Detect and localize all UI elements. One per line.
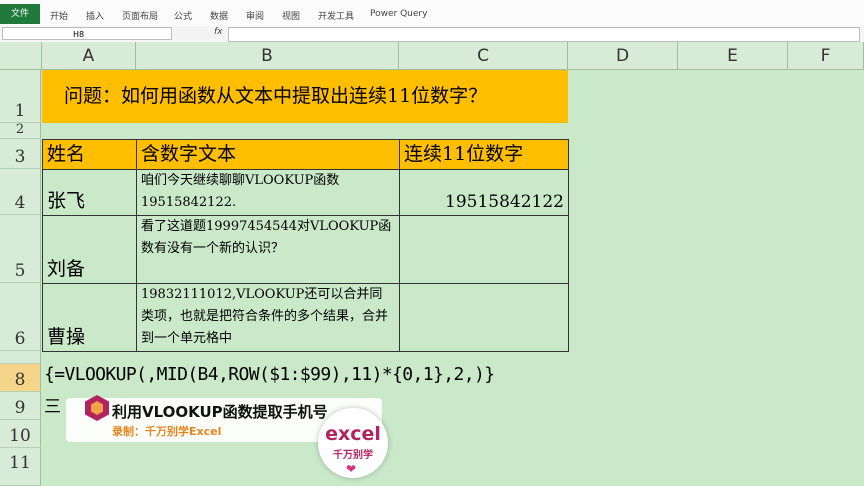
select-all-corner[interactable] (0, 42, 42, 70)
column-header-d[interactable]: D (568, 42, 678, 70)
badge-subtitle: 千万别学 (333, 450, 373, 461)
tab-view[interactable]: 视图 (282, 9, 300, 22)
tab-home[interactable]: 开始 (50, 9, 68, 22)
row-header-4[interactable]: 4 (0, 169, 41, 215)
row-header-5[interactable]: 5 (0, 215, 41, 283)
header-result[interactable]: 连续11位数字 (399, 139, 569, 170)
tab-insert[interactable]: 插入 (86, 9, 104, 22)
column-header-f[interactable]: F (788, 42, 864, 70)
caption-title: 利用VLOOKUP函数提取手机号 (112, 403, 328, 421)
row-header-6[interactable]: 6 (0, 283, 41, 351)
hexagon-logo-icon (85, 395, 109, 421)
row-header-1[interactable]: 1 (0, 70, 41, 123)
cell-b5[interactable]: 看了这道题19997454544对VLOOKUP函数有没有一个新的认识？ (136, 215, 400, 284)
cell-a6[interactable]: 曹操 (42, 283, 137, 352)
heart-icon: ❤ (346, 462, 357, 476)
row-header-8[interactable]: 8 (0, 364, 41, 392)
formula-input[interactable] (228, 27, 860, 42)
formula-bar: H8 fx (0, 26, 864, 43)
tab-formulas[interactable]: 公式 (174, 9, 192, 22)
badge-logo: excel (325, 423, 381, 445)
excel-badge: excel 千万别学 ❤ (318, 408, 388, 478)
column-header-e[interactable]: E (678, 42, 788, 70)
cell-b4[interactable]: 咱们今天继续聊聊VLOOKUP函数19515842122. (136, 169, 400, 216)
row9-text[interactable]: 三 (44, 392, 61, 417)
column-header-b[interactable]: B (136, 42, 399, 70)
header-text[interactable]: 含数字文本 (136, 139, 400, 170)
row-header-9[interactable]: 9 (0, 392, 41, 420)
tab-developer[interactable]: 开发工具 (318, 9, 354, 22)
header-name[interactable]: 姓名 (42, 139, 137, 170)
fx-icon[interactable]: fx (214, 27, 223, 37)
tab-review[interactable]: 审阅 (246, 9, 264, 22)
cell-c6[interactable] (399, 283, 569, 352)
row-header-3[interactable]: 3 (0, 139, 41, 169)
row-header-7-collapsed[interactable] (0, 351, 41, 364)
column-header-a[interactable]: A (42, 42, 136, 70)
row-header-11[interactable]: 11 (0, 448, 41, 486)
column-header-c[interactable]: C (399, 42, 568, 70)
row-header-2[interactable]: 2 (0, 122, 41, 139)
ribbon: 文件 开始 插入 页面布局 公式 数据 审阅 视图 开发工具 Power Que… (0, 0, 864, 27)
cell-a4[interactable]: 张飞 (42, 169, 137, 216)
tab-page-layout[interactable]: 页面布局 (122, 9, 158, 22)
cell-a5[interactable]: 刘备 (42, 215, 137, 284)
title-cell[interactable]: 问题：如何用函数从文本中提取出连续11位数字？ (42, 70, 568, 123)
cell-b6[interactable]: 19832111012,VLOOKUP还可以合并同类项，也就是把符合条件的多个结… (136, 283, 400, 352)
name-box[interactable]: H8 (2, 27, 172, 40)
tab-data[interactable]: 数据 (210, 9, 228, 22)
caption-subtitle: 录制：千万别学Excel (112, 425, 222, 438)
cell-c4[interactable]: 19515842122 (399, 169, 569, 216)
row-header-10[interactable]: 10 (0, 420, 41, 448)
formula-text[interactable]: {=VLOOKUP(,MID(B4,ROW($1:$99),11)*{0,1},… (44, 364, 495, 385)
tab-file[interactable]: 文件 (0, 4, 40, 24)
cell-c5[interactable] (399, 215, 569, 284)
tab-power-query[interactable]: Power Query (370, 9, 427, 19)
